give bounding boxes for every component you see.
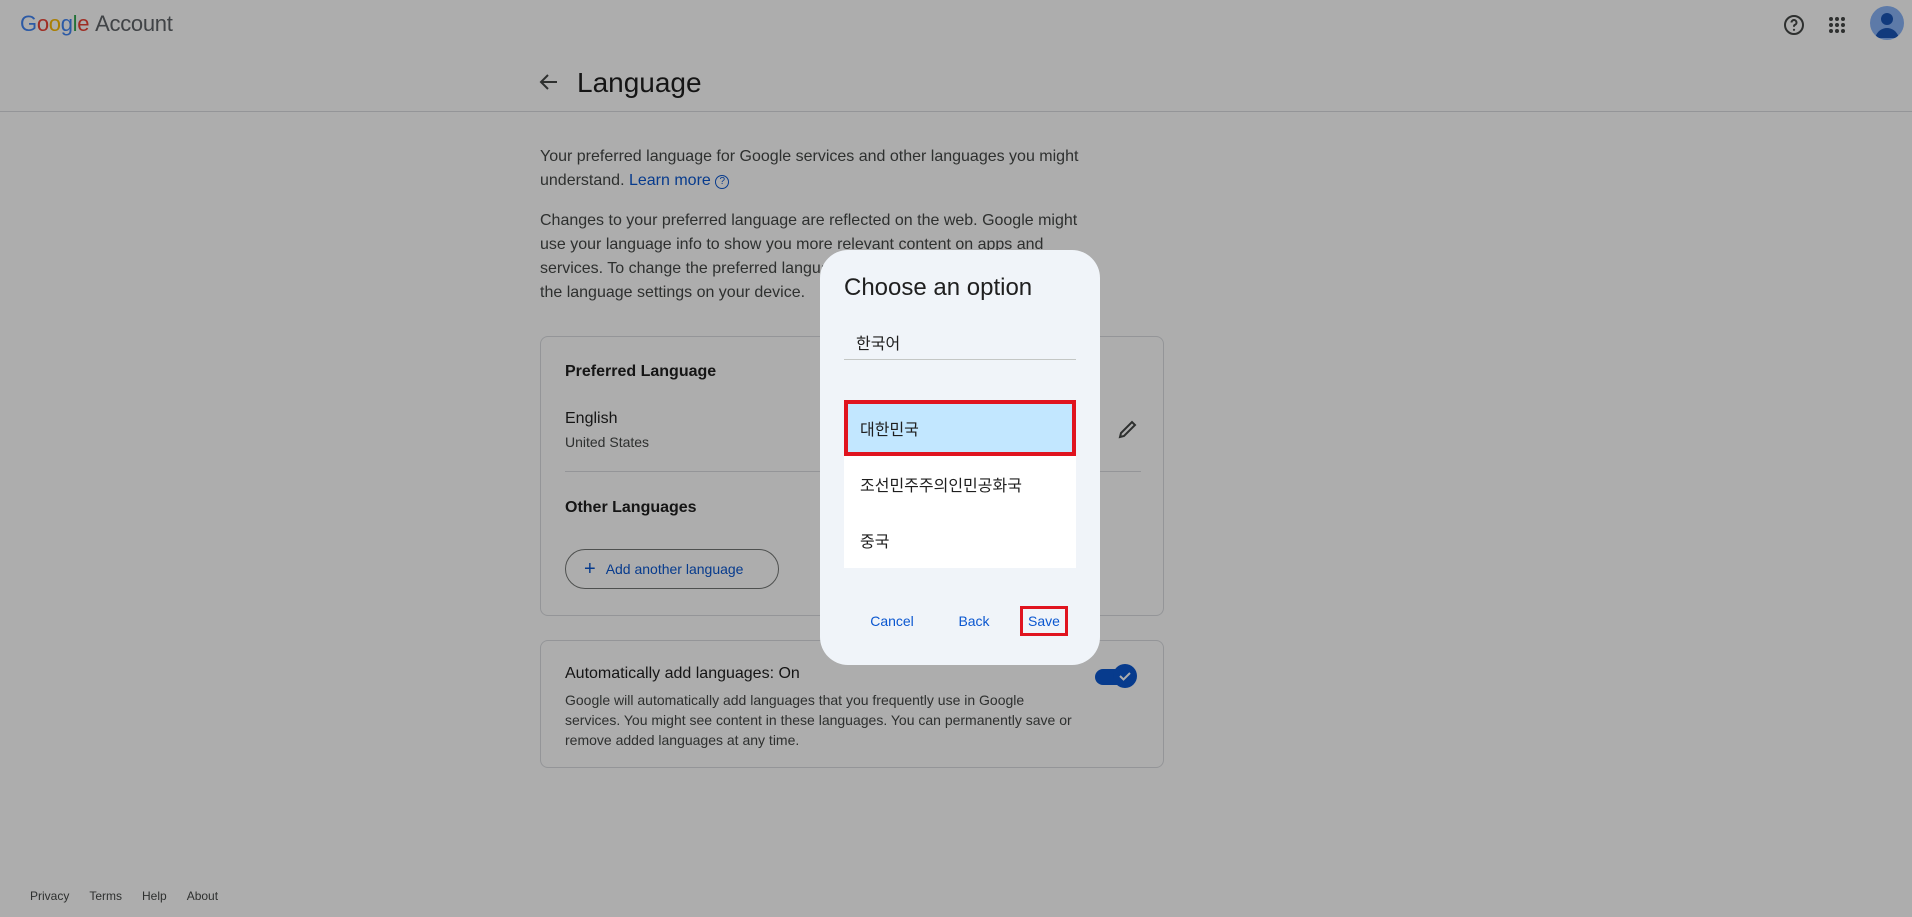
region-option-list: 대한민국 조선민주주의인민공화국 중국 [844, 400, 1076, 568]
dialog-actions: Cancel Back Save [820, 606, 1100, 636]
option-item[interactable]: 중국 [844, 512, 1076, 568]
option-item[interactable]: 대한민국 [844, 400, 1076, 456]
language-field[interactable]: 한국어 [844, 322, 1076, 360]
option-item[interactable]: 조선민주주의인민공화국 [844, 456, 1076, 512]
choose-option-dialog: Choose an option 한국어 대한민국 조선민주주의인민공화국 중국… [820, 250, 1100, 665]
dialog-title: Choose an option [844, 274, 1033, 301]
cancel-button[interactable]: Cancel [864, 606, 920, 636]
language-field-value: 한국어 [856, 336, 901, 353]
back-button[interactable]: Back [952, 606, 996, 636]
save-button[interactable]: Save [1020, 606, 1068, 636]
